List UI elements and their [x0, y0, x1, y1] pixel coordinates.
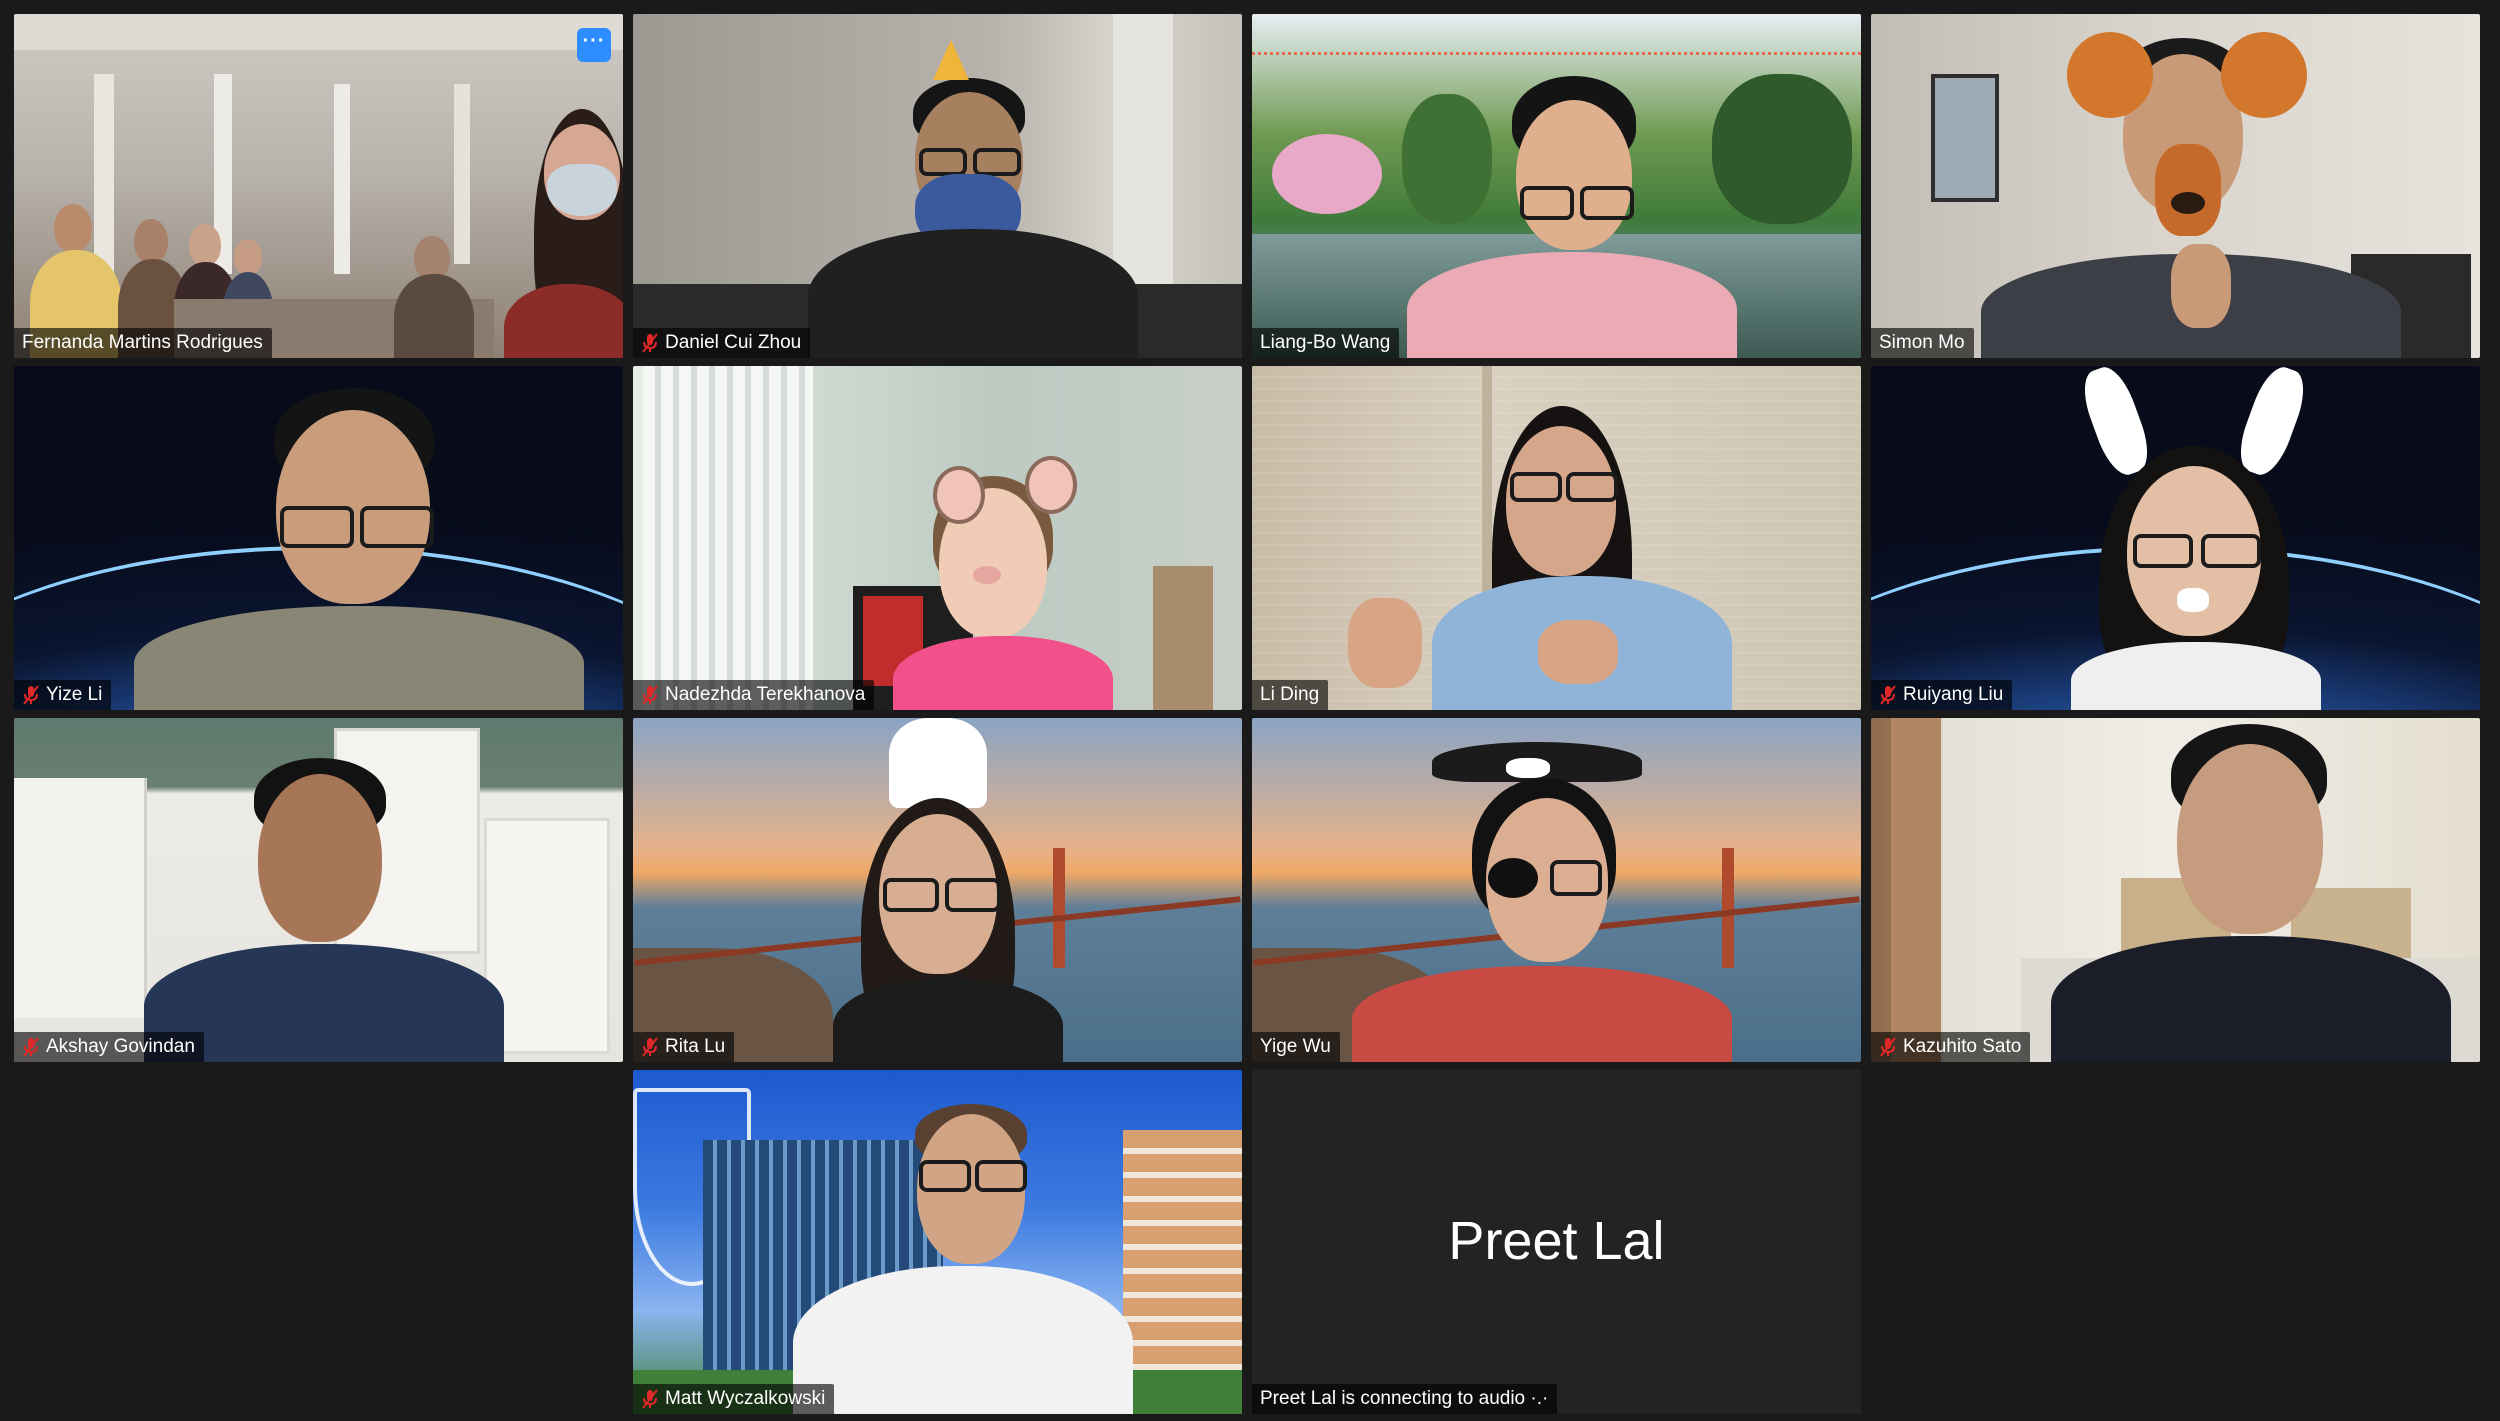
microphone-muted-icon [23, 685, 39, 705]
connecting-status-tag: Preet Lal is connecting to audio ·.· [1252, 1384, 1558, 1414]
participant-name: Nadezhda Terekhanova [665, 684, 866, 705]
microphone-muted-icon [642, 685, 658, 705]
participant-name: Daniel Cui Zhou [665, 332, 802, 353]
participant-name: Akshay Govindan [46, 1036, 195, 1057]
microphone-muted-icon [1880, 1037, 1896, 1057]
participant-name-tag: Yize Li [14, 680, 112, 710]
participant-name: Yige Wu [1260, 1036, 1331, 1057]
video-tile-daniel[interactable]: Daniel Cui Zhou [633, 14, 1242, 358]
video-tile-akshay[interactable]: Akshay Govindan [14, 718, 623, 1062]
video-tile-ruiyang[interactable]: Ruiyang Liu [1871, 366, 2480, 710]
participant-placeholder-name: Preet Lal [1448, 1211, 1665, 1271]
video-feed [14, 718, 623, 1062]
participant-name-tag: Akshay Govindan [14, 1032, 204, 1062]
video-tile-liang-bo[interactable]: Liang-Bo Wang [1252, 14, 1861, 358]
connecting-status-text: Preet Lal is connecting to audio ·.· [1260, 1388, 1549, 1409]
microphone-muted-icon [642, 1037, 658, 1057]
video-feed [633, 366, 1242, 710]
participant-name-tag: Liang-Bo Wang [1252, 328, 1400, 358]
microphone-muted-icon [1880, 685, 1896, 705]
microphone-muted-icon [642, 333, 658, 353]
participant-name: Matt Wyczalkowski [665, 1388, 826, 1409]
video-tile-rita[interactable]: Rita Lu [633, 718, 1242, 1062]
participant-name: Ruiyang Liu [1903, 684, 2004, 705]
video-tile-yige[interactable]: Yige Wu [1252, 718, 1861, 1062]
video-feed [14, 14, 623, 358]
video-tile-matt[interactable]: Matt Wyczalkowski [633, 1070, 1242, 1414]
video-tile-yize[interactable]: Yize Li [14, 366, 623, 710]
video-feed [633, 14, 1242, 358]
video-feed [14, 366, 623, 710]
video-tile-kazuhito[interactable]: Kazuhito Sato [1871, 718, 2480, 1062]
video-tile-simon[interactable]: Simon Mo [1871, 14, 2480, 358]
participant-name-tag: Matt Wyczalkowski [633, 1384, 835, 1414]
video-feed [1252, 366, 1861, 710]
participant-name: Liang-Bo Wang [1260, 332, 1391, 353]
video-feed [1252, 14, 1861, 358]
participant-name-tag: Simon Mo [1871, 328, 1974, 358]
audio-tile-preet-lal[interactable]: Preet Lal Preet Lal is connecting to aud… [1252, 1070, 1861, 1414]
participant-name-tag: Li Ding [1252, 680, 1329, 710]
participant-name: Fernanda Martins Rodrigues [22, 332, 263, 353]
video-feed [633, 1070, 1242, 1414]
participant-name-tag: Daniel Cui Zhou [633, 328, 811, 358]
participant-name-tag: Rita Lu [633, 1032, 735, 1062]
microphone-muted-icon [642, 1389, 658, 1409]
participant-name: Rita Lu [665, 1036, 726, 1057]
more-options-button[interactable]: ··· [577, 28, 611, 62]
microphone-muted-icon [23, 1037, 39, 1057]
participant-name-tag: Fernanda Martins Rodrigues [14, 328, 272, 358]
video-tile-nadezhda[interactable]: Nadezhda Terekhanova [633, 366, 1242, 710]
participant-name-tag: Kazuhito Sato [1871, 1032, 2031, 1062]
participant-name-tag: Nadezhda Terekhanova [633, 680, 875, 710]
participant-name: Yize Li [46, 684, 103, 705]
participant-name-tag: Yige Wu [1252, 1032, 1340, 1062]
video-tile-li-ding[interactable]: Li Ding [1252, 366, 1861, 710]
video-feed [1252, 718, 1861, 1062]
video-tile-fernanda[interactable]: ··· Fernanda Martins Rodrigues [14, 14, 623, 358]
video-feed [1871, 366, 2480, 710]
participant-name: Simon Mo [1879, 332, 1965, 353]
video-feed [1871, 14, 2480, 358]
participant-name-tag: Ruiyang Liu [1871, 680, 2013, 710]
video-feed [633, 718, 1242, 1062]
participant-name: Kazuhito Sato [1903, 1036, 2022, 1057]
video-feed [1871, 718, 2480, 1062]
participant-name: Li Ding [1260, 684, 1320, 705]
